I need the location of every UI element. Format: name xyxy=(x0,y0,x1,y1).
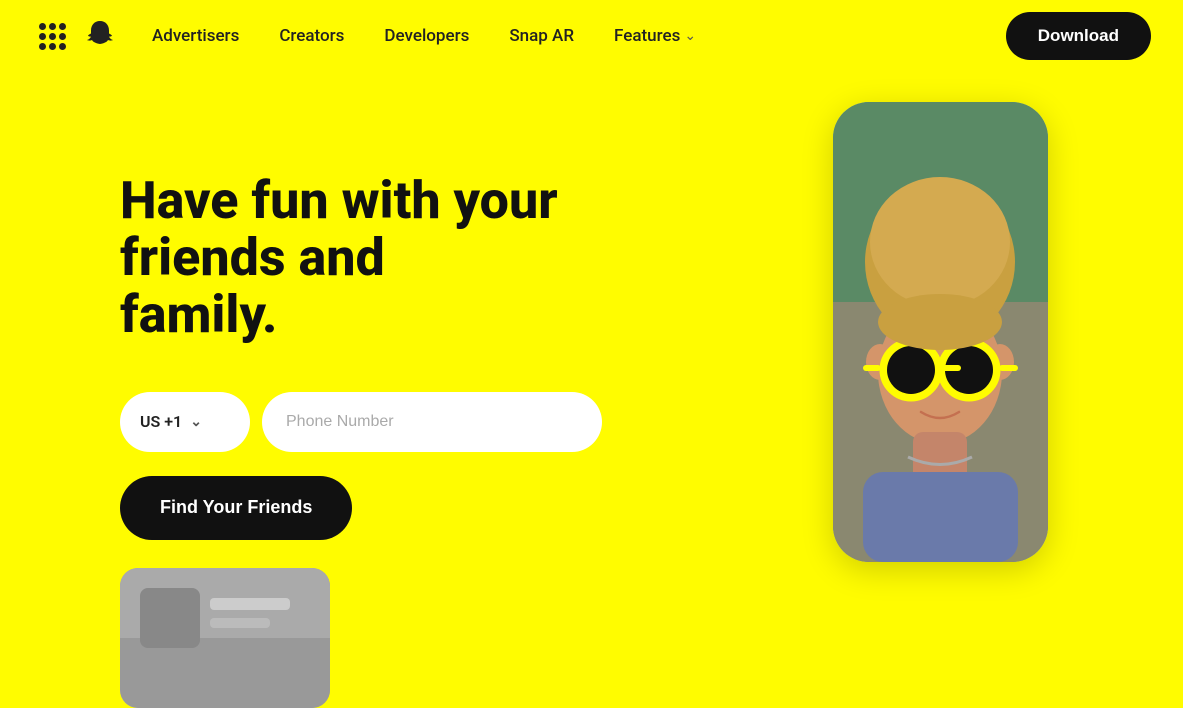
input-row: US +1 ⌄ xyxy=(120,392,793,452)
heading-line2: family. xyxy=(120,284,277,345)
features-label: Features xyxy=(614,26,680,46)
nav-links: Advertisers Creators Developers Snap AR … xyxy=(136,18,1006,54)
nav-link-creators[interactable]: Creators xyxy=(263,18,360,54)
nav-link-features[interactable]: Features ⌄ xyxy=(598,18,712,54)
find-friends-button[interactable]: Find Your Friends xyxy=(120,476,352,540)
phone-screen xyxy=(833,102,1048,562)
main-content: Have fun with your friends and family. U… xyxy=(0,72,1183,562)
bottom-card-preview xyxy=(120,568,330,708)
navigation: Advertisers Creators Developers Snap AR … xyxy=(0,0,1183,72)
heading-line1: Have fun with your friends and xyxy=(120,170,558,288)
hero-right xyxy=(833,112,1063,562)
snapchat-logo[interactable] xyxy=(80,16,120,56)
nav-right: Download xyxy=(1006,12,1151,60)
country-select[interactable]: US +1 ⌄ xyxy=(120,392,250,452)
download-button[interactable]: Download xyxy=(1006,12,1151,60)
nav-left xyxy=(32,16,120,56)
hero-heading: Have fun with your friends and family. xyxy=(120,172,680,344)
grid-dots xyxy=(39,23,66,50)
country-code-label: US +1 xyxy=(140,412,182,431)
select-chevron-icon: ⌄ xyxy=(190,414,202,430)
nav-link-advertisers[interactable]: Advertisers xyxy=(136,18,255,54)
nav-link-snap-ar[interactable]: Snap AR xyxy=(493,18,590,54)
bottom-card-image xyxy=(120,568,330,708)
nav-link-developers[interactable]: Developers xyxy=(368,18,485,54)
phone-mockup xyxy=(833,102,1048,562)
grid-menu-icon[interactable] xyxy=(32,16,72,56)
ar-filter-image xyxy=(833,102,1048,562)
chevron-down-icon: ⌄ xyxy=(684,28,696,44)
hero-left: Have fun with your friends and family. U… xyxy=(120,112,793,562)
phone-number-input[interactable] xyxy=(262,392,602,452)
